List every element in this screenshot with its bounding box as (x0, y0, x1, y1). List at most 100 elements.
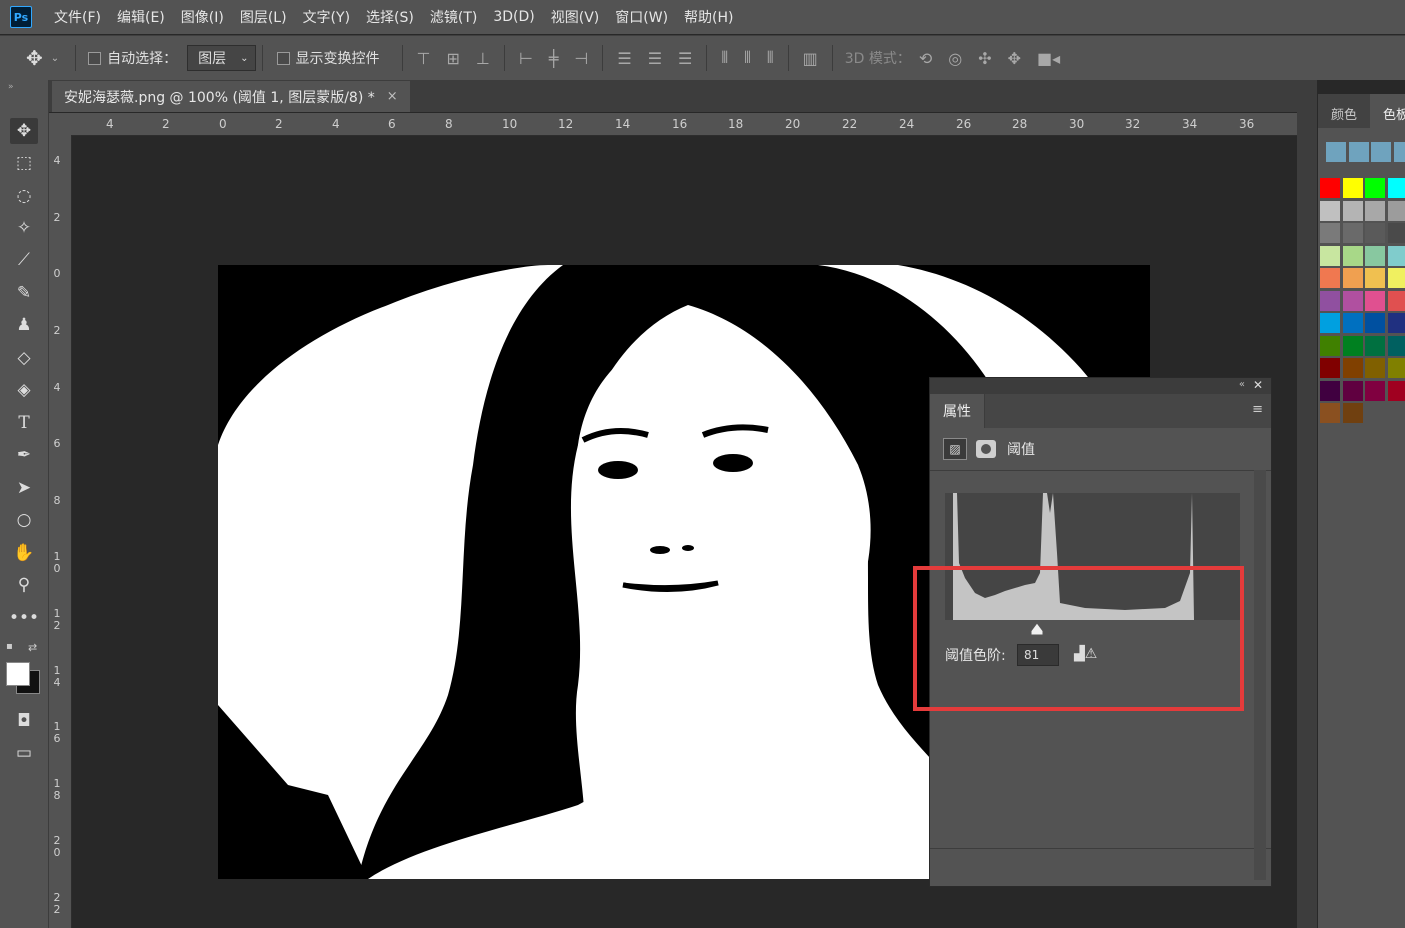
vertical-ruler[interactable]: 4 2 0 2 4 6 8 10 12 14 16 18 20 22 (49, 135, 72, 928)
screen-mode-icon[interactable]: ▭ (10, 740, 38, 766)
align-bottom-icon[interactable]: ⊥ (476, 49, 490, 68)
align-left-icon[interactable]: ⊢ (519, 49, 533, 68)
auto-select-dropdown[interactable]: 图层 ⌄ (187, 45, 256, 71)
menu-view[interactable]: 视图(V) (551, 7, 600, 27)
recent-swatch[interactable] (1348, 142, 1369, 162)
magic-wand-tool-icon[interactable]: ✧ (10, 215, 38, 241)
color-swatch[interactable] (1342, 403, 1363, 423)
lasso-tool-icon[interactable]: ◌ (10, 183, 38, 209)
ellipse-tool-icon[interactable]: ○ (10, 507, 38, 533)
menu-layer[interactable]: 图层(L) (240, 7, 287, 27)
type-tool-icon[interactable]: T (10, 410, 38, 436)
align-hcenter-icon[interactable]: ╪ (549, 49, 559, 68)
chevron-down-icon[interactable]: ⌄ (51, 53, 59, 64)
distribute-bottom-icon[interactable]: ☰ (678, 49, 692, 68)
align-top-icon[interactable]: ⊤ (417, 49, 431, 68)
recent-swatch[interactable] (1371, 142, 1391, 162)
threshold-adjustment-icon[interactable]: ▨ (943, 438, 967, 460)
color-swatch[interactable] (1320, 380, 1340, 401)
color-swatch[interactable] (1320, 223, 1340, 243)
color-swatch[interactable] (1342, 335, 1363, 356)
color-swatch[interactable] (1387, 290, 1405, 311)
pen-tool-icon[interactable]: ✒ (10, 442, 38, 468)
color-swatch[interactable] (1387, 313, 1405, 333)
color-swatch[interactable] (1387, 200, 1405, 221)
foreground-color-swatch[interactable] (6, 662, 30, 686)
color-swatch[interactable] (1365, 200, 1385, 221)
distribute-vcenter-icon[interactable]: ☰ (648, 49, 662, 68)
tab-swatches[interactable]: 色板 (1370, 94, 1405, 128)
move-tool-icon[interactable]: ✥ (26, 46, 43, 70)
distribute-hcenter-icon[interactable]: ⫴ (744, 48, 751, 68)
pan-3d-icon[interactable]: ✣ (978, 49, 991, 68)
color-swatch[interactable] (1387, 358, 1405, 378)
color-swatch[interactable] (1365, 268, 1385, 288)
layer-mask-icon[interactable] (976, 440, 996, 458)
panel-collapse-strip[interactable] (1297, 80, 1317, 928)
slide-3d-icon[interactable]: ✥ (1008, 49, 1021, 68)
auto-select-checkbox[interactable] (88, 51, 102, 65)
color-swatch[interactable] (1387, 223, 1405, 243)
color-swatch[interactable] (1387, 268, 1405, 288)
menu-window[interactable]: 窗口(W) (615, 7, 668, 27)
tab-color[interactable]: 颜色 (1318, 94, 1370, 128)
color-swatch[interactable] (1365, 313, 1385, 333)
color-swatch[interactable] (1365, 178, 1385, 198)
auto-align-icon[interactable]: ▥ (803, 49, 818, 68)
default-colors-icon[interactable]: ▪ (6, 641, 13, 652)
color-swatch[interactable] (1387, 380, 1405, 401)
menu-3d[interactable]: 3D(D) (493, 9, 534, 25)
color-swatch[interactable] (1320, 245, 1340, 266)
swap-colors-icon[interactable]: ⇄ (28, 641, 37, 654)
distribute-right-icon[interactable]: ⫴ (767, 48, 774, 68)
color-swatch[interactable] (1365, 290, 1385, 311)
scale-3d-icon[interactable]: ■◂ (1037, 49, 1060, 68)
color-swatch[interactable] (1320, 358, 1340, 378)
menu-edit[interactable]: 编辑(E) (117, 7, 165, 27)
eyedropper-tool-icon[interactable]: ⟋ (10, 247, 38, 273)
distribute-top-icon[interactable]: ☰ (617, 49, 631, 68)
color-swatch[interactable] (1342, 313, 1363, 333)
menu-file[interactable]: 文件(F) (54, 7, 101, 27)
document-tab[interactable]: 安妮海瑟薇.png @ 100% (阈值 1, 图层蒙版/8) * × (52, 81, 410, 112)
align-right-icon[interactable]: ⊣ (574, 49, 588, 68)
orbit-3d-icon[interactable]: ⟲ (919, 49, 932, 68)
color-swatch[interactable] (1365, 358, 1385, 378)
recent-swatch[interactable] (1326, 142, 1346, 162)
tab-properties[interactable]: 属性 (930, 394, 985, 428)
color-swatch[interactable] (1342, 380, 1363, 401)
color-swatch[interactable] (1342, 290, 1363, 311)
color-swatch[interactable] (1320, 268, 1340, 288)
move-tool-icon[interactable]: ✥ (10, 118, 38, 144)
color-swatch[interactable] (1387, 335, 1405, 356)
hand-tool-icon[interactable]: ✋ (10, 540, 38, 566)
menu-image[interactable]: 图像(I) (181, 7, 224, 27)
color-swatch[interactable] (1320, 290, 1340, 311)
panel-header[interactable]: « ✕ (930, 378, 1271, 394)
paint-bucket-tool-icon[interactable]: ◈ (10, 377, 38, 403)
stamp-tool-icon[interactable]: ♟ (10, 312, 38, 338)
color-swatch[interactable] (1387, 178, 1405, 198)
align-vcenter-icon[interactable]: ⊞ (446, 49, 459, 68)
menu-help[interactable]: 帮助(H) (684, 7, 733, 27)
collapse-panel-icon[interactable]: « (1239, 379, 1245, 390)
color-swatch[interactable] (1342, 200, 1363, 221)
color-swatch[interactable] (1387, 245, 1405, 266)
color-swatch[interactable] (1365, 245, 1385, 266)
brush-tool-icon[interactable]: ✎ (10, 280, 38, 306)
color-swatch[interactable] (1342, 245, 1363, 266)
color-swatch[interactable] (1365, 380, 1385, 401)
zoom-tool-icon[interactable]: ⚲ (10, 572, 38, 598)
color-swatch[interactable] (1342, 268, 1363, 288)
menu-filter[interactable]: 滤镜(T) (430, 7, 477, 27)
panel-scrollbar[interactable] (1254, 470, 1266, 880)
color-swatch[interactable] (1365, 335, 1385, 356)
quick-mask-icon[interactable]: ◘ (10, 708, 38, 734)
path-selection-tool-icon[interactable]: ➤ (10, 475, 38, 501)
color-swatch[interactable] (1320, 403, 1340, 423)
color-swatch[interactable] (1320, 178, 1340, 198)
color-swatch[interactable] (1365, 223, 1385, 243)
recent-swatch[interactable] (1393, 142, 1405, 162)
collapse-icon[interactable]: » (8, 82, 14, 92)
roll-3d-icon[interactable]: ◎ (948, 49, 962, 68)
